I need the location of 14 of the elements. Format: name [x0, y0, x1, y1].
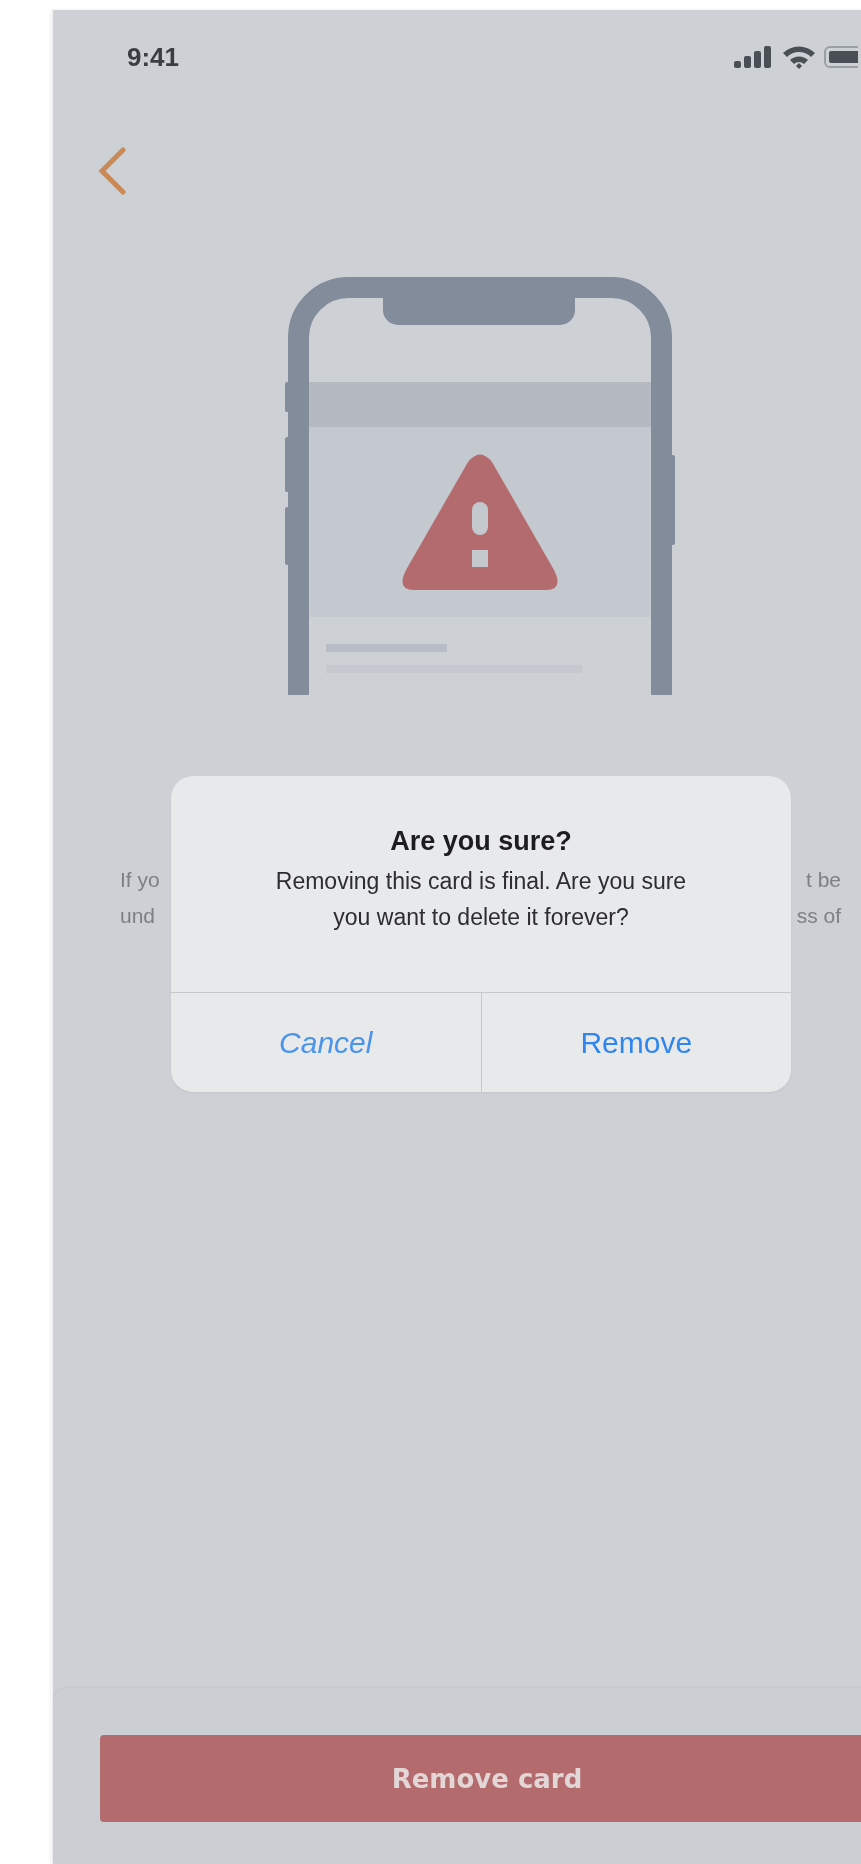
- remove-card-button[interactable]: Remove card: [100, 1735, 861, 1822]
- signal-icon: [734, 46, 774, 68]
- body-text-fragment: t be: [805, 867, 841, 893]
- remove-button[interactable]: Remove: [480, 993, 791, 1092]
- dialog-message: Removing this card is final. Are you sure you want to delete it forever?: [274, 867, 688, 932]
- status-time: 9:41: [127, 41, 180, 73]
- wifi-icon: [782, 45, 816, 69]
- dialog-title: Are you sure?: [390, 826, 572, 857]
- back-chevron-icon[interactable]: [97, 147, 127, 195]
- body-text-fragment: und: [120, 903, 156, 929]
- battery-icon: [824, 46, 858, 68]
- cancel-button[interactable]: Cancel: [171, 993, 481, 1092]
- body-text-fragment: ss of: [796, 903, 841, 929]
- body-text-fragment: If yo: [120, 867, 160, 893]
